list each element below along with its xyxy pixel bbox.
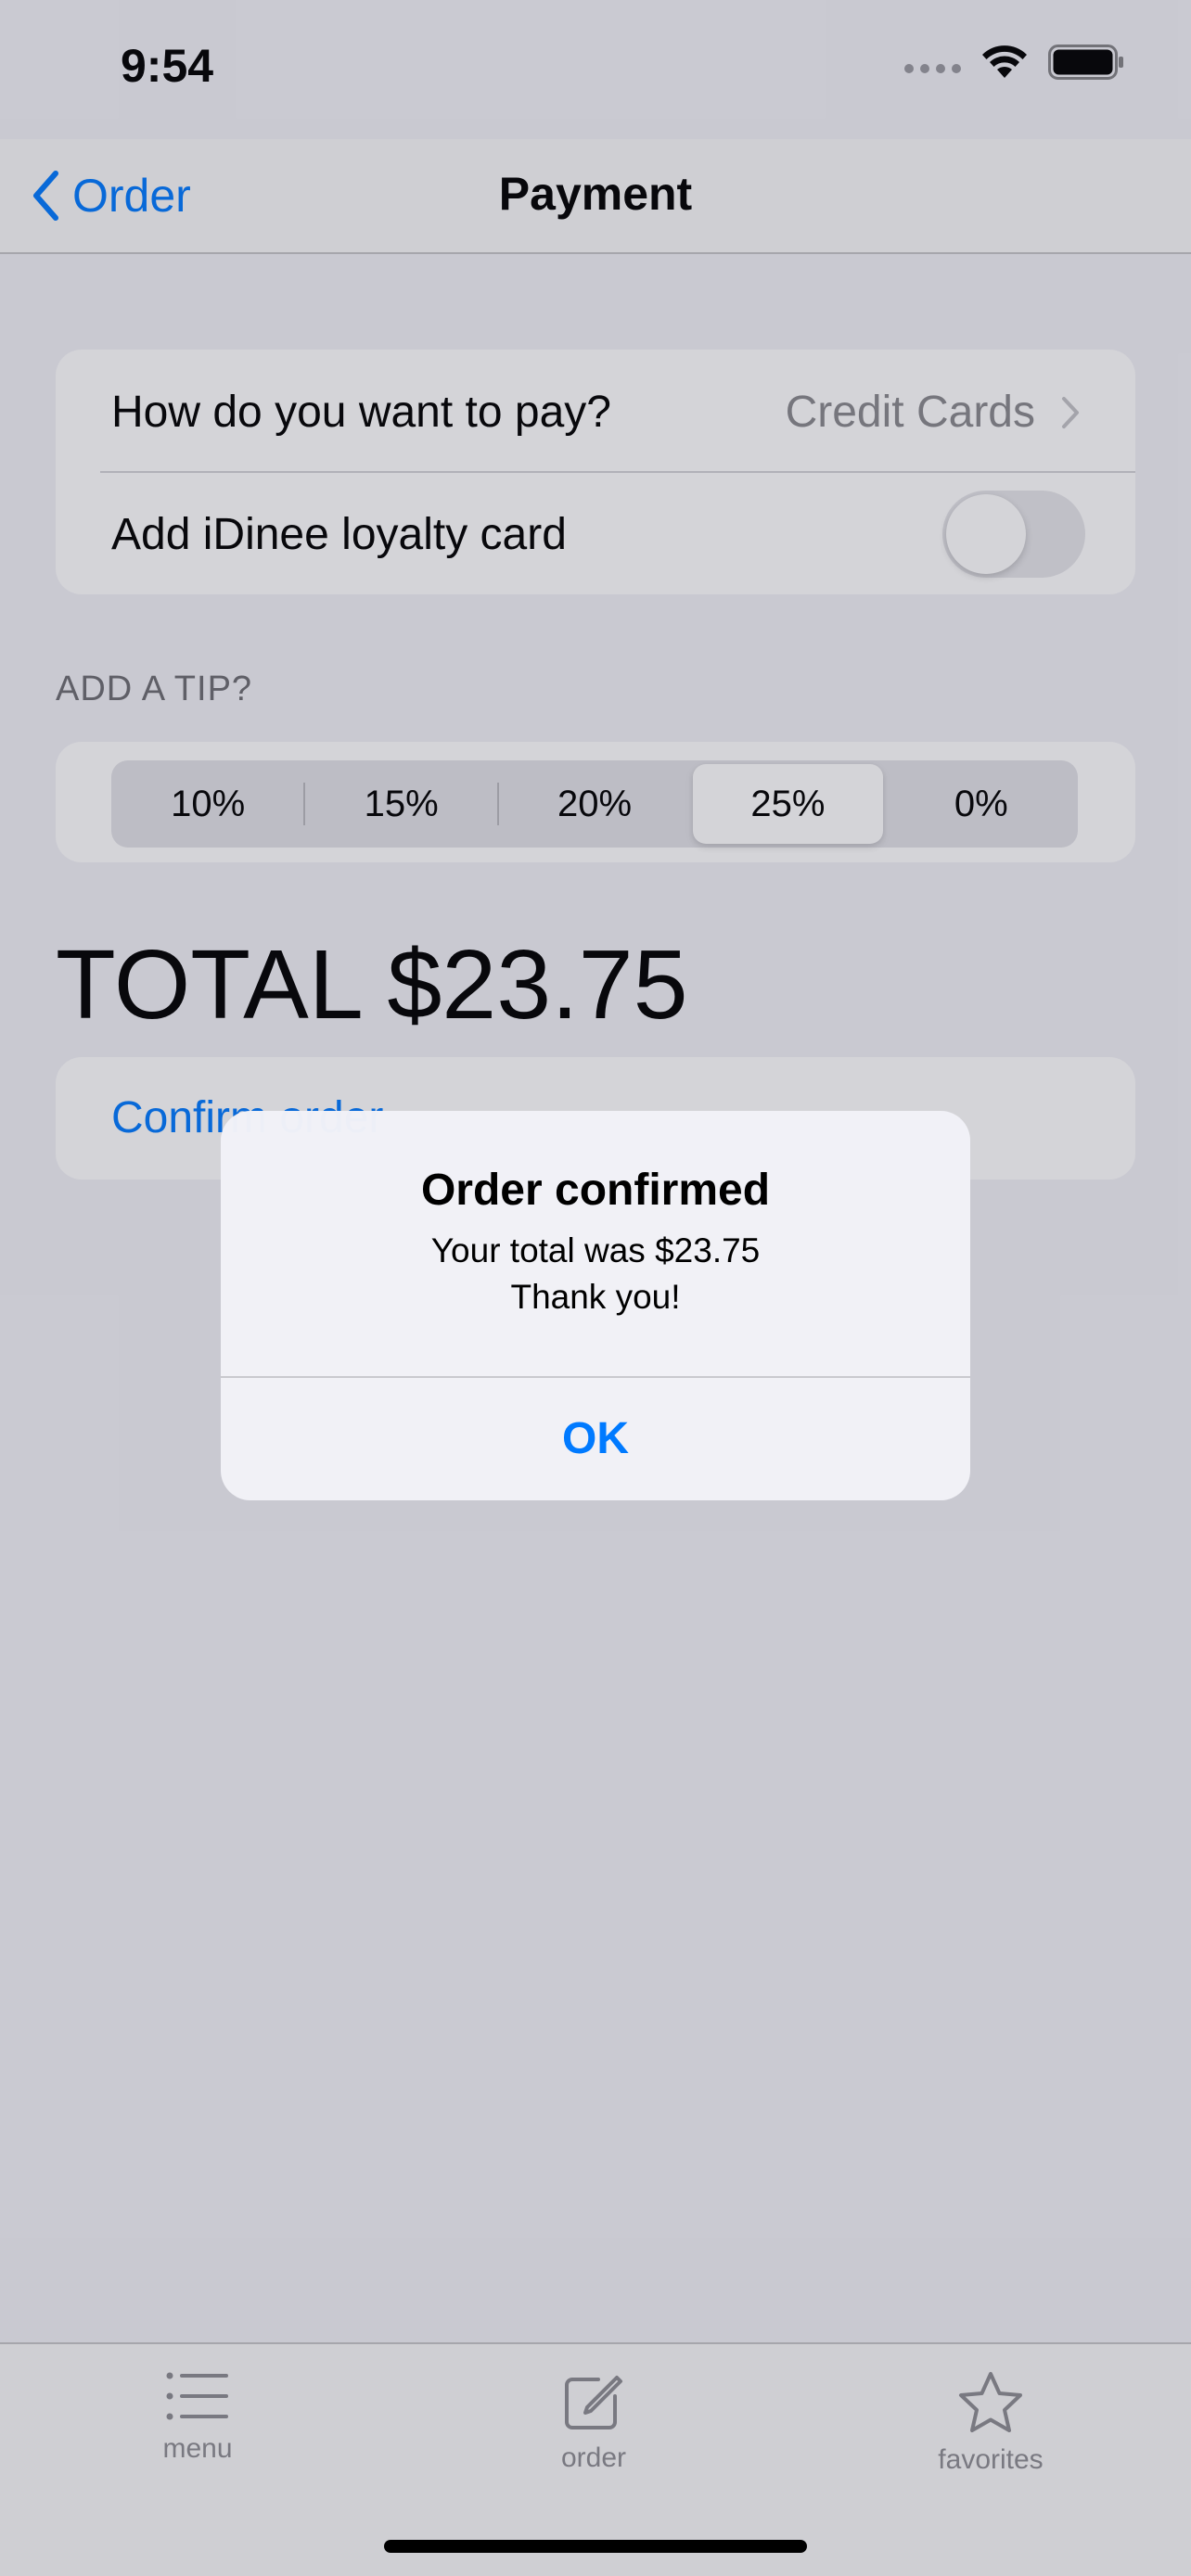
alert-title: Order confirmed [420, 1166, 771, 1215]
home-indicator [384, 2540, 807, 2553]
alert-message-total: Your total was $23.75 [430, 1231, 761, 1269]
alert-ok-button[interactable]: OK [221, 1378, 970, 1500]
order-confirmed-alert: Order confirmed Your total was $23.75 Th… [221, 1111, 970, 1500]
alert-message-thanks: Thank you! [510, 1278, 681, 1316]
payment-screen: 9:54 Order Payment How do you want to pa… [0, 0, 1191, 2576]
